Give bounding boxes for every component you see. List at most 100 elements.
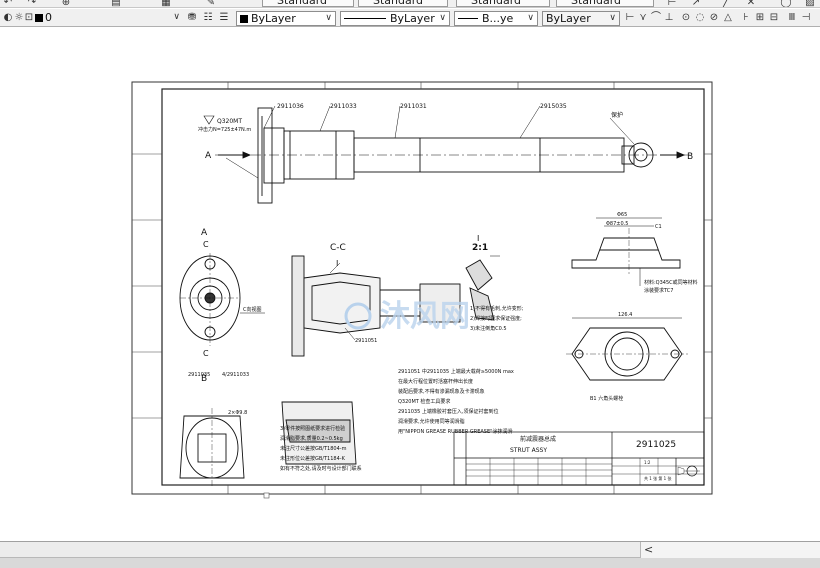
quick-dim-icon[interactable]: ⊦ xyxy=(740,12,752,24)
note-line: 在最大行程位置时活塞杆伸出长度 xyxy=(398,378,473,385)
bracket-material-note: 材料:Q345C或同等材料 xyxy=(644,279,698,286)
dim-phi65: Φ65 xyxy=(617,212,627,218)
dim-break-icon[interactable]: ⊣ xyxy=(800,12,812,24)
arc-length-icon[interactable]: ⌒ xyxy=(650,12,662,24)
note-line: 用"NIPPON GREASE RUBBER GREASE"涂抹润滑 xyxy=(398,428,512,435)
calculator-icon[interactable]: ▦ xyxy=(160,0,172,7)
aligned-dim-icon[interactable]: ⋎ xyxy=(637,12,649,24)
dimension-icon[interactable]: ⊢ xyxy=(666,0,678,7)
plotstyle-dropdown[interactable]: ByLayer ∨ xyxy=(542,11,620,26)
watermark-text: 沐风网 xyxy=(380,299,470,334)
torque-label: 冲击力N=725±47N.m xyxy=(198,126,251,133)
angular-icon[interactable]: △ xyxy=(722,12,734,24)
drawing-number: 2911025 xyxy=(636,440,676,450)
drawing-canvas[interactable]: 2911036 2911033 2911031 2915035 保护 Q320M… xyxy=(0,28,820,540)
part-label-4: 2915035 xyxy=(540,103,567,110)
hatch-icon[interactable]: ▨ xyxy=(804,0,816,7)
layout-tabs-area[interactable] xyxy=(0,542,640,558)
make-current-layer-icon[interactable]: ⛃ xyxy=(186,12,198,24)
leader-icon[interactable]: ↗ xyxy=(690,0,702,7)
color-dropdown[interactable]: ByLayer ∨ xyxy=(236,11,336,26)
material-label: Q320MT xyxy=(217,118,242,125)
chevron-down-icon: ∨ xyxy=(609,13,616,23)
bump-stop-view xyxy=(281,401,357,465)
plate-note: B1 六角头螺栓 xyxy=(590,395,623,402)
properties-toolbar: ◐ ☼ ⊡ 0 ∨ ⛃ ☷ ☰ ByLayer ∨ ByLayer ∨ B...… xyxy=(0,9,820,27)
draw-line-icon[interactable]: ╱ xyxy=(720,0,732,7)
chevron-down-icon: ∨ xyxy=(325,13,332,23)
note-line: 3)零件按照图纸要求进行检验 xyxy=(280,425,345,432)
continue-icon[interactable]: ⊟ xyxy=(768,12,780,24)
note-line: 3)未注倒角C0.5 xyxy=(470,325,507,332)
top-mount-view xyxy=(179,253,265,346)
section-c-top-label: C xyxy=(203,240,209,249)
bracket-plan-view xyxy=(566,317,688,381)
detail-i-callout: I xyxy=(336,259,338,268)
properties-icon[interactable]: ▤ xyxy=(110,0,122,7)
lineweight-sample xyxy=(458,18,478,19)
note-line: 未注尺寸公差按GB/T1804-m xyxy=(280,445,347,452)
note-line: Q320MT 检查工具要求 xyxy=(398,398,450,405)
dim-style-dropdown[interactable]: Standard xyxy=(358,0,448,7)
note-line: 未注形位公差按GB/T1184-K xyxy=(280,455,346,462)
scroll-left-icon[interactable]: < xyxy=(644,543,653,556)
undo-icon[interactable]: ↶ xyxy=(2,0,14,7)
strut-main-view xyxy=(215,105,690,204)
styles-toolbar: ↶ ↷ ⊕ ▤ ▦ ✎ Standard Standard Standard S… xyxy=(0,0,820,8)
plate-width-dim: 126.4 xyxy=(618,312,632,318)
jogged-icon[interactable]: ◌ xyxy=(694,12,706,24)
linear-dim-icon[interactable]: ⊢ xyxy=(624,12,636,24)
horizontal-scrollbar[interactable]: < xyxy=(640,542,820,558)
bracket-coating-note: 涂装要求TC7 xyxy=(644,287,673,294)
section-a-label: A xyxy=(205,151,212,161)
note-line: 装配后要求,不得有渗漏现象及卡滞现象 xyxy=(398,388,485,395)
cad-drawing[interactable]: 2911036 2911033 2911031 2915035 保护 Q320M… xyxy=(0,28,820,540)
layer-previous-icon[interactable]: ☷ xyxy=(202,12,214,24)
section-b-label: B xyxy=(687,152,693,162)
linetype-dropdown[interactable]: ByLayer ∨ xyxy=(340,11,450,26)
multileader-style-dropdown[interactable]: Standard xyxy=(556,0,654,7)
hole-note: 2×Φ9.8 xyxy=(228,410,247,416)
layer-states-icon[interactable]: ☰ xyxy=(218,12,230,24)
detail-title: I xyxy=(477,234,479,243)
markup-icon[interactable]: ✎ xyxy=(205,0,217,7)
dim-c1: C1 xyxy=(655,224,662,230)
note-line: 润滑要求,允许使用同等润滑脂 xyxy=(398,418,465,425)
note-line: 2)焊接时要求保证强度; xyxy=(470,315,522,322)
grip-marker[interactable] xyxy=(263,492,270,499)
zoom-icon[interactable]: ⊕ xyxy=(60,0,72,7)
cross-icon[interactable]: ✕ xyxy=(745,0,757,7)
redo-icon[interactable]: ↷ xyxy=(26,0,38,7)
radius-icon[interactable]: ⊙ xyxy=(680,12,692,24)
diameter-icon[interactable]: ⊘ xyxy=(708,12,720,24)
color-swatch xyxy=(240,15,248,23)
text-style-dropdown[interactable]: Standard xyxy=(262,0,354,7)
lineweight-dropdown[interactable]: B...ye ∨ xyxy=(454,11,538,26)
mount-note: C向视图 xyxy=(243,306,262,313)
dim-phi87: Φ87±0.5 xyxy=(606,221,628,227)
baseline-icon[interactable]: ⊞ xyxy=(754,12,766,24)
circle-icon[interactable]: ◯ xyxy=(780,0,792,7)
technical-notes-2: 1)不得有毛刺,允许变形; 2)焊接时要求保证强度; 3)未注倒角C0.5 xyxy=(470,305,524,332)
technical-notes: 2911051 中2911035 上端最大载荷≥5000N max 在最大行程位… xyxy=(398,368,514,435)
dim-space-icon[interactable]: Ⅲ xyxy=(786,12,798,24)
section-c-bot-label: C xyxy=(203,349,209,358)
note-line: 2911035 上端橡胶衬套压入,须保证衬套到位 xyxy=(398,408,498,415)
part-label-2: 2911033 xyxy=(330,103,357,110)
part-label-5: 保护 xyxy=(611,111,623,119)
bracket-side-view xyxy=(571,217,681,286)
ordinate-icon[interactable]: ⊥ xyxy=(663,12,675,24)
part-name-cn: 前减震器总成 xyxy=(520,435,556,443)
note-line: 如有不符之处,请及时与设计部门联系 xyxy=(280,465,362,472)
sheet-count: 共 1 张 第 1 张 xyxy=(644,475,671,481)
part-2911035-label: 2911035 xyxy=(188,372,210,378)
layer-color-swatch xyxy=(35,14,43,22)
chevron-down-icon: ∨ xyxy=(173,12,180,22)
layer-dropdown[interactable]: 0 ∨ xyxy=(33,11,183,26)
status-bar: < xyxy=(0,541,820,568)
part-label-1: 2911036 xyxy=(277,103,304,110)
chevron-down-icon: ∨ xyxy=(439,13,446,23)
cc-section-title: C-C xyxy=(330,243,346,253)
lower-mount-view xyxy=(179,408,245,488)
table-style-dropdown[interactable]: Standard xyxy=(456,0,550,7)
